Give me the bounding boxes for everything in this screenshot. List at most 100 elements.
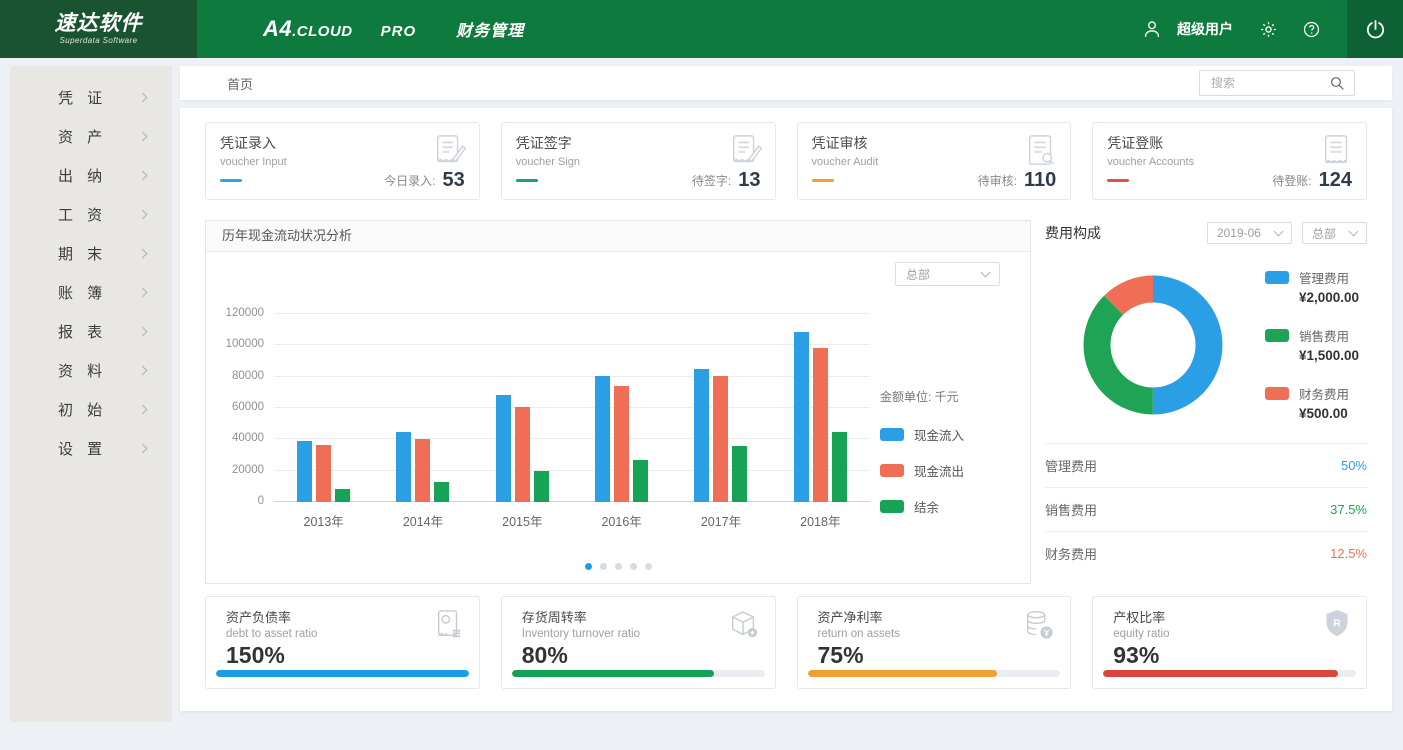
accent-dash [516, 179, 538, 182]
sidebar-item-account-books[interactable]: 账 簿 [10, 273, 172, 312]
pagination-dot[interactable] [600, 563, 607, 570]
bar-现金流出 [515, 407, 530, 502]
progress-track [1103, 670, 1356, 677]
gear-icon [1259, 20, 1278, 39]
expense-row-percent: 50% [1341, 458, 1367, 473]
card-stat-row: 今日录入: 53 [220, 170, 465, 190]
sidebar-item-settings[interactable]: 设 置 [10, 429, 172, 468]
card-title: 凭证审核 [812, 133, 1057, 153]
sidebar-item-voucher[interactable]: 凭 证 [10, 78, 172, 117]
bar-现金流出 [614, 386, 629, 502]
username-label[interactable]: 超级用户 [1177, 19, 1233, 39]
logout-button[interactable] [1347, 0, 1403, 58]
x-axis-labels: 2013年2014年2015年2016年2017年2018年 [274, 511, 870, 530]
chevron-right-icon [138, 171, 148, 181]
voucher-input-card[interactable]: 凭证录入 voucher Input 今日录入: 53 [205, 122, 480, 200]
sidebar-item-payroll[interactable]: 工 资 [10, 195, 172, 234]
sidebar-item-initial[interactable]: 初 始 [10, 390, 172, 429]
search-icon[interactable] [1329, 75, 1345, 91]
power-icon [1364, 18, 1387, 41]
card-stat-row: 待签字: 13 [516, 170, 761, 190]
search-input[interactable] [1209, 75, 1329, 91]
cash-flow-chart-card: 历年现金流动状况分析 总部 12000010000080000600004000… [205, 220, 1031, 584]
kpi-title: 产权比率 [1113, 607, 1354, 626]
breadcrumb-home[interactable]: 首页 [227, 74, 253, 93]
expense-filters: 2019-06 总部 [1207, 222, 1367, 244]
stat-value: 53 [443, 170, 465, 190]
donut-row: 管理费用 ¥2,000.00 销售费用 ¥1,500.00 财务费用 ¥500.… [1045, 268, 1367, 421]
y-axis-tick-label: 60000 [232, 401, 264, 413]
voucher-sign-card[interactable]: 凭证签字 voucher Sign 待签字: 13 [501, 122, 776, 200]
document-pen-icon [729, 132, 763, 170]
bar-group-2018年 [771, 314, 870, 502]
x-axis-label: 2013年 [274, 511, 373, 530]
middle-row: 历年现金流动状况分析 总部 12000010000080000600004000… [205, 220, 1367, 584]
document-search-icon [1024, 132, 1058, 170]
card-title: 凭证登账 [1107, 133, 1352, 153]
month-select[interactable]: 2019-06 [1207, 222, 1292, 244]
expense-row-finance: 财务费用 12.5% [1045, 531, 1367, 575]
y-axis-tick-label: 80000 [232, 370, 264, 382]
kpi-return-on-assets-card: 资产净利率 return on assets 75% [797, 596, 1072, 689]
document-lines-icon [1320, 132, 1354, 170]
pagination-dots [206, 557, 1030, 575]
pagination-dot[interactable] [585, 563, 592, 570]
sidebar-item-cashier[interactable]: 出 纳 [10, 156, 172, 195]
branch-select-value: 总部 [1312, 225, 1336, 242]
branch-select-value: 总部 [906, 266, 930, 283]
kpi-subtitle: debt to asset ratio [226, 628, 467, 640]
sidebar-item-label: 报 表 [58, 321, 107, 342]
help-button[interactable] [1302, 20, 1321, 39]
kpi-debt-to-asset-card: 资产负债率 debt to asset ratio 150% [205, 596, 480, 689]
card-subtitle: voucher Accounts [1107, 156, 1352, 168]
kpi-value: 75% [818, 644, 1059, 667]
bars-row [274, 314, 870, 502]
pagination-dot[interactable] [615, 563, 622, 570]
x-axis-label: 2014年 [373, 511, 472, 530]
chevron-right-icon [138, 210, 148, 220]
kpi-value: 93% [1113, 644, 1354, 667]
sidebar-item-label: 初 始 [58, 399, 107, 420]
kpi-value: 80% [522, 644, 763, 667]
sidebar-item-assets[interactable]: 资 产 [10, 117, 172, 156]
kpi-subtitle: equity ratio [1113, 628, 1354, 640]
legend-amount: ¥2,000.00 [1299, 290, 1359, 305]
product-suffix: .CLOUD [292, 23, 353, 40]
page-body: 凭 证 资 产 出 纳 工 资 期 末 账 簿 报 表 资 料 初 始 设 置 … [0, 58, 1403, 722]
legend-swatch [880, 428, 904, 441]
chart-title: 历年现金流动状况分析 [206, 221, 1030, 252]
pagination-dot[interactable] [630, 563, 637, 570]
pagination-dot[interactable] [645, 563, 652, 570]
kpi-equity-ratio-card: 产权比率 equity ratio 93% R [1092, 596, 1367, 689]
accent-dash [1107, 179, 1129, 182]
legend-label: 现金流出 [914, 461, 964, 480]
legend-amount: ¥1,500.00 [1299, 348, 1359, 363]
donut-legend: 管理费用 ¥2,000.00 销售费用 ¥1,500.00 财务费用 ¥500.… [1265, 268, 1359, 421]
unit-note: 金额单位: 千元 [880, 388, 1030, 405]
x-axis-label: 2017年 [671, 511, 770, 530]
donut-legend-item: 财务费用 ¥500.00 [1265, 384, 1359, 421]
bar-结余 [335, 489, 350, 502]
branch-select-2[interactable]: 总部 [1302, 222, 1367, 244]
kpi-title: 存货周转率 [522, 607, 763, 626]
main-column: 首页 凭证录入 voucher Input 今日录入: 53 [180, 66, 1392, 722]
voucher-audit-card[interactable]: 凭证审核 voucher Audit 待审核: 110 [797, 122, 1072, 200]
user-button[interactable] [1141, 18, 1163, 40]
branch-select[interactable]: 总部 [895, 262, 1000, 286]
expense-rows: 管理费用 50% 销售费用 37.5% 财务费用 12.5% [1045, 443, 1367, 575]
month-select-value: 2019-06 [1217, 226, 1261, 240]
donut-legend-item: 销售费用 ¥1,500.00 [1265, 326, 1359, 363]
voucher-accounts-card[interactable]: 凭证登账 voucher Accounts 待登账: 124 [1092, 122, 1367, 200]
progress-fill [808, 670, 998, 677]
chevron-right-icon [138, 93, 148, 103]
bar-现金流入 [595, 376, 610, 502]
legend-swatch [1265, 271, 1289, 284]
sidebar-item-reports[interactable]: 报 表 [10, 312, 172, 351]
bar-group-2015年 [473, 314, 572, 502]
settings-button[interactable] [1259, 20, 1278, 39]
accent-dash [812, 179, 834, 182]
sidebar-item-data[interactable]: 资 料 [10, 351, 172, 390]
sidebar-item-period-end[interactable]: 期 末 [10, 234, 172, 273]
chevron-right-icon [138, 132, 148, 142]
sidebar-item-label: 资 产 [58, 126, 107, 147]
